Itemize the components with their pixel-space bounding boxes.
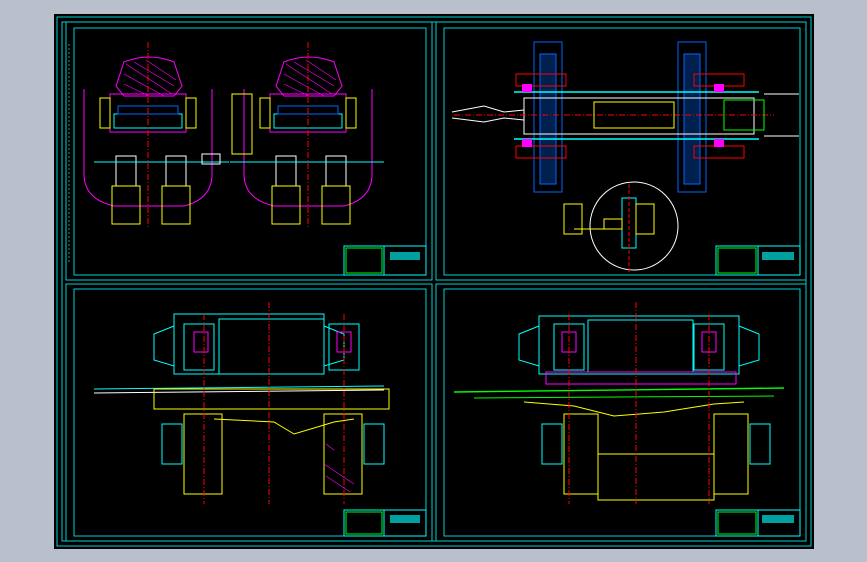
title-block-bottom-left <box>343 509 427 537</box>
title-block-bottom-right <box>715 509 801 537</box>
title-block-top-right <box>715 245 801 276</box>
sheet-top-right[interactable] <box>435 21 807 281</box>
side-elevation-right <box>453 302 785 504</box>
plan-view <box>451 41 799 193</box>
sheet-bottom-left[interactable] <box>65 283 433 542</box>
sheet-top-left[interactable] <box>65 21 433 281</box>
drawing-sheet[interactable] <box>54 14 814 549</box>
cad-canvas[interactable] <box>54 14 814 549</box>
side-elevation-left <box>93 302 390 504</box>
sheet-bottom-right[interactable] <box>435 283 807 542</box>
end-view-right <box>230 42 384 229</box>
detail-circle <box>563 181 679 272</box>
end-view-left <box>83 42 229 229</box>
cad-viewport[interactable] <box>0 0 867 562</box>
title-block-top-left <box>343 245 427 276</box>
